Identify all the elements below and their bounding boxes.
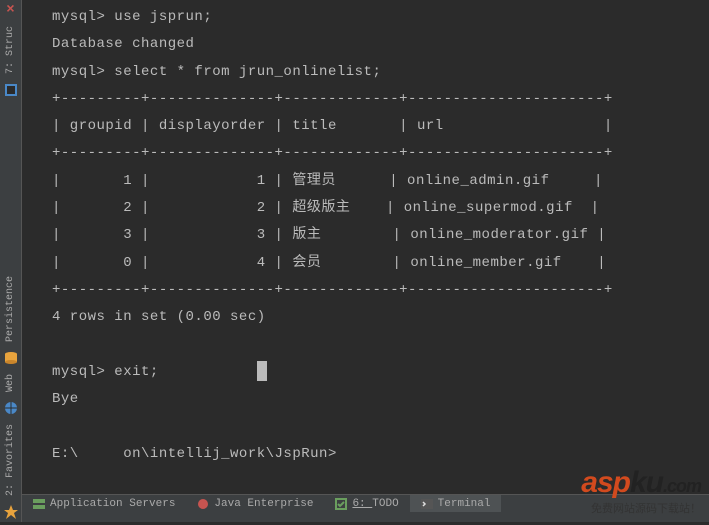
table-header: | groupid | displayorder | title | url |	[52, 118, 613, 134]
tab-terminal[interactable]: Terminal	[410, 495, 502, 512]
terminal-line: mysql> use jsprun;	[52, 9, 212, 25]
terminal-line: mysql> exit;	[52, 364, 159, 380]
terminal-icon	[420, 497, 434, 511]
watermark: aspku.com 免费网站源码下载站！	[581, 466, 701, 516]
sidebar-tab-persistence[interactable]: Persistence	[0, 270, 21, 348]
sidebar-tab-structure[interactable]: 7: Struc	[0, 20, 21, 80]
table-row: | 1 | 1 | 管理员 | online_admin.gif |	[52, 173, 603, 189]
terminal-line: Bye	[52, 391, 79, 407]
terminal-line: 4 rows in set (0.00 sec)	[52, 309, 266, 325]
tab-label: 6: TODO	[352, 498, 398, 510]
todo-icon	[334, 497, 348, 511]
persistence-icon	[3, 350, 19, 366]
web-icon	[3, 400, 19, 416]
text-cursor	[257, 361, 267, 381]
close-icon[interactable]: ×	[0, 0, 21, 20]
server-icon	[32, 497, 46, 511]
table-border: +---------+--------------+-------------+…	[52, 145, 613, 161]
terminal-prompt: E:\ on\intellij_work\JspRun>	[52, 446, 337, 462]
watermark-sub: 免费网站源码下载站！	[581, 500, 701, 516]
tab-application-servers[interactable]: Application Servers	[22, 495, 186, 512]
table-border: +---------+--------------+-------------+…	[52, 282, 613, 298]
terminal-output[interactable]: mysql> use jsprun; Database changed mysq…	[22, 0, 709, 494]
left-tool-gutter: × 7: Struc Persistence Web 2: Favorites	[0, 0, 22, 522]
tab-todo[interactable]: 6: TODO	[324, 495, 409, 512]
terminal-line: mysql> select * from jrun_onlinelist;	[52, 64, 381, 80]
table-row: | 3 | 3 | 版主 | online_moderator.gif |	[52, 227, 606, 243]
terminal-line: Database changed	[52, 36, 194, 52]
structure-icon	[3, 82, 19, 98]
table-row: | 2 | 2 | 超级版主 | online_supermod.gif |	[52, 200, 600, 216]
star-icon	[3, 504, 19, 520]
sidebar-tab-favorites[interactable]: 2: Favorites	[0, 418, 21, 502]
tab-label: Terminal	[438, 498, 491, 510]
tab-label: Application Servers	[50, 498, 175, 510]
tab-label: Java Enterprise	[214, 498, 313, 510]
java-icon	[196, 497, 210, 511]
watermark-brand: aspku.com	[581, 466, 701, 500]
table-row: | 0 | 4 | 会员 | online_member.gif |	[52, 255, 606, 271]
table-border: +---------+--------------+-------------+…	[52, 91, 613, 107]
sidebar-tab-web[interactable]: Web	[0, 368, 21, 398]
tab-java-enterprise[interactable]: Java Enterprise	[186, 495, 324, 512]
